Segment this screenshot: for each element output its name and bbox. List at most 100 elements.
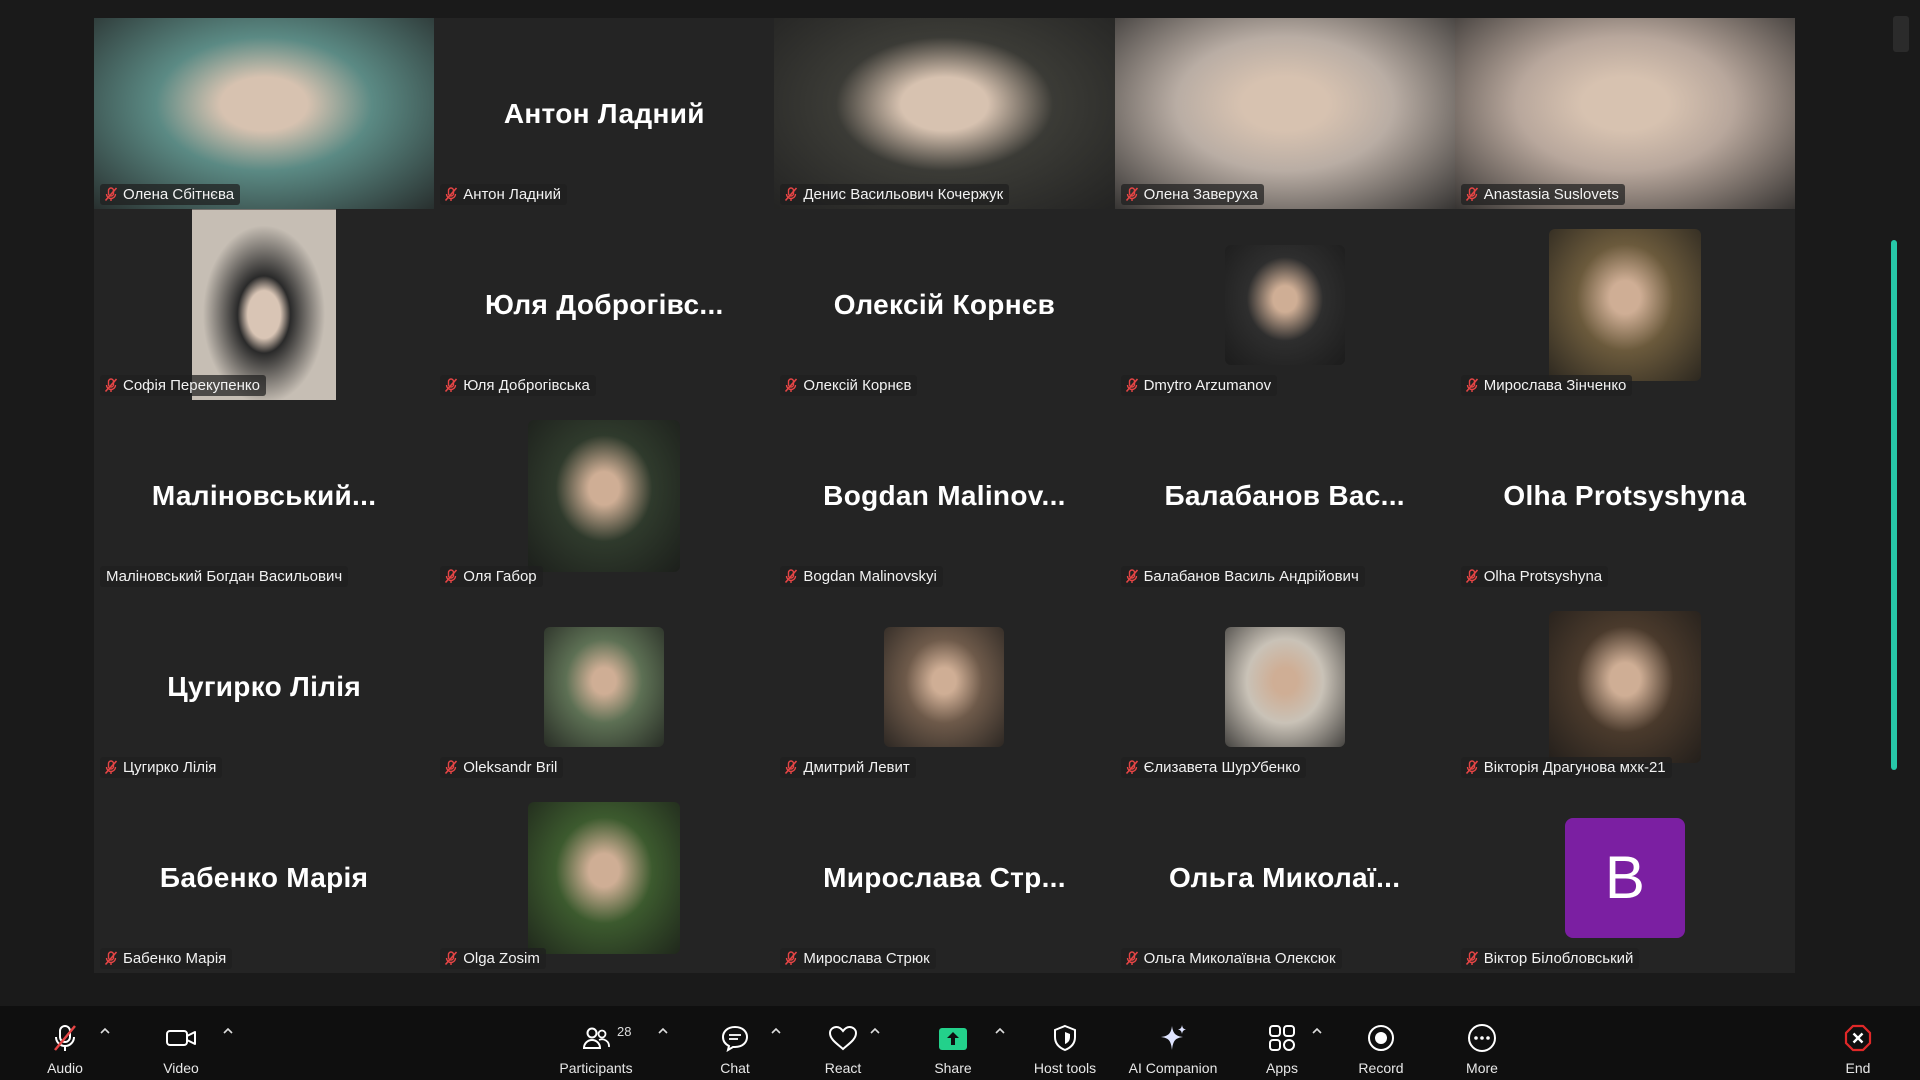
participant-tile[interactable]: Оля Габор (434, 400, 775, 591)
chat-options-caret[interactable] (770, 1024, 782, 1034)
mic-muted-icon (1465, 378, 1479, 393)
window-edge-handle[interactable] (1893, 16, 1909, 52)
apps-label: Apps (1266, 1060, 1298, 1076)
end-meeting-button[interactable]: End (1843, 1006, 1873, 1080)
mic-muted-icon (784, 378, 798, 393)
participant-tile[interactable]: Єлизавета ШурУбенко (1114, 591, 1455, 782)
participant-tile[interactable]: Олена Сбітнєва (94, 18, 435, 209)
participant-tile[interactable]: Bogdan Malinov... Bogdan Malinovskyi (774, 400, 1115, 591)
mic-muted-icon (444, 951, 458, 966)
participant-name: Olha Protsyshyna (1483, 568, 1603, 585)
participants-label: Participants (559, 1060, 633, 1076)
react-button[interactable]: React (820, 1006, 866, 1080)
participant-name-label: Anastasia Suslovets (1460, 184, 1625, 205)
participant-profile-photo (884, 626, 1005, 747)
mic-muted-icon (1125, 569, 1139, 584)
record-label: Record (1358, 1060, 1404, 1076)
participant-tile[interactable]: Anastasia Suslovets (1454, 18, 1795, 209)
audio-options-caret[interactable] (99, 1024, 111, 1034)
participant-tile[interactable]: Олексій Корнєв Олексій Корнєв (774, 209, 1115, 400)
audio-button[interactable]: Audio (40, 1006, 90, 1080)
participant-display-name: Маліновський... (151, 479, 377, 511)
participant-name-label: Антон Ладний (440, 184, 567, 205)
participant-name: Єлизавета ШурУбенко (1143, 759, 1301, 776)
gallery-scrollbar[interactable] (1891, 240, 1897, 770)
participant-tile[interactable]: Oleksandr Bril (434, 591, 775, 782)
record-button[interactable]: Record (1356, 1006, 1406, 1080)
participant-profile-photo (1224, 626, 1345, 747)
participant-tile[interactable]: Бабенко Марія Бабенко Марія (94, 782, 435, 973)
participant-display-name: Ольга Миколаї... (1168, 861, 1401, 893)
video-label: Video (163, 1060, 199, 1076)
chat-label: Chat (720, 1060, 750, 1076)
host-tools-button[interactable]: Host tools (1030, 1006, 1100, 1080)
apps-options-caret[interactable] (1311, 1024, 1323, 1034)
participants-button[interactable]: Participants (553, 1006, 639, 1080)
react-options-caret[interactable] (869, 1024, 881, 1034)
participant-display-name: Bogdan Malinov... (823, 479, 1066, 511)
mic-muted-icon (104, 760, 118, 775)
share-label: Share (934, 1060, 972, 1076)
participant-display-name: Юля Доброгівс... (484, 288, 724, 320)
participant-tile[interactable]: Dmytro Arzumanov (1114, 209, 1455, 400)
mic-muted-icon (1465, 951, 1479, 966)
participant-tile[interactable]: Денис Васильович Кочержук (774, 18, 1115, 209)
end-label: End (1845, 1060, 1871, 1076)
participant-video-feed (192, 209, 337, 400)
video-options-caret[interactable] (222, 1024, 234, 1034)
participant-name-label: Olha Protsyshyna (1460, 566, 1609, 587)
mic-muted-icon (104, 951, 118, 966)
share-screen-icon (937, 1018, 969, 1058)
participant-tile[interactable]: Цугирко Лілія Цугирко Лілія (94, 591, 435, 782)
participant-tile[interactable]: Антон Ладний Антон Ладний (434, 18, 775, 209)
participant-tile[interactable]: Олена Заверуха (1114, 18, 1455, 209)
participant-tile[interactable]: Маліновський... Маліновський Богдан Васил… (94, 400, 435, 591)
participant-tile[interactable]: Балабанов Вас... Балабанов Василь Андрійо… (1114, 400, 1455, 591)
mic-muted-icon (1125, 187, 1139, 202)
participant-name-label: Єлизавета ШурУбенко (1120, 757, 1307, 778)
host-tools-label: Host tools (1033, 1060, 1097, 1076)
participant-name: Ольга Миколаївна Олексюк (1143, 950, 1336, 967)
participant-tile[interactable]: B Віктор Білобловський (1454, 782, 1795, 973)
participant-tile[interactable]: Вікторія Драгунова мхк-21 (1454, 591, 1795, 782)
participant-tile[interactable]: Olga Zosim (434, 782, 775, 973)
participant-name-label: Оля Габор (440, 566, 543, 587)
participant-tile[interactable]: Olha Protsyshyna Olha Protsyshyna (1454, 400, 1795, 591)
participant-profile-photo (544, 626, 665, 747)
participant-video-feed (1114, 18, 1455, 209)
video-button[interactable]: Video (155, 1006, 207, 1080)
participant-name-label: Вікторія Драгунова мхк-21 (1460, 757, 1672, 778)
participant-display-name: Балабанов Вас... (1164, 479, 1405, 511)
participant-name: Бабенко Марія (123, 950, 227, 967)
participant-name-label: Bogdan Malinovskyi (780, 566, 943, 587)
mic-muted-icon (1465, 187, 1479, 202)
participant-profile-photo (1548, 228, 1701, 381)
participant-video-feed (1454, 18, 1795, 209)
participant-tile[interactable]: Мирослава Зінченко (1454, 209, 1795, 400)
participant-name: Дмитрий Левит (803, 759, 910, 776)
chat-button[interactable]: Chat (714, 1006, 756, 1080)
share-options-caret[interactable] (994, 1024, 1006, 1034)
participant-tile[interactable]: Дмитрий Левит (774, 591, 1115, 782)
share-button[interactable]: Share (930, 1006, 976, 1080)
participants-options-caret[interactable] (657, 1024, 669, 1034)
participant-name-label: Ольга Миколаївна Олексюк (1120, 948, 1342, 969)
mic-muted-icon (444, 760, 458, 775)
participant-tile[interactable]: Юля Доброгівс... Юля Доброгівська (434, 209, 775, 400)
participant-tile[interactable]: Мирослава Стр... Мирослава Стрюк (774, 782, 1115, 973)
react-label: React (824, 1060, 862, 1076)
participant-display-name: Мирослава Стр... (823, 861, 1066, 893)
mic-muted-icon (1125, 378, 1139, 393)
participant-name: Мирослава Стрюк (803, 950, 930, 967)
ai-companion-button[interactable]: AI Companion (1124, 1006, 1222, 1080)
participant-display-name: Олексій Корнєв (833, 288, 1056, 320)
participant-tile[interactable]: Ольга Миколаї... Ольга Миколаївна Олексюк (1114, 782, 1455, 973)
mic-muted-icon (444, 569, 458, 584)
participant-video-feed (94, 18, 435, 209)
more-button[interactable]: More (1462, 1006, 1502, 1080)
mic-muted-icon (444, 187, 458, 202)
participant-grid: Олена Сбітнєва Антон Ладний Антон Ладний Де… (94, 18, 1795, 973)
participant-name-label: Балабанов Василь Андрійович (1120, 566, 1365, 587)
participant-tile[interactable]: Софія Перекупенко (94, 209, 435, 400)
apps-button[interactable]: Apps (1262, 1006, 1302, 1080)
